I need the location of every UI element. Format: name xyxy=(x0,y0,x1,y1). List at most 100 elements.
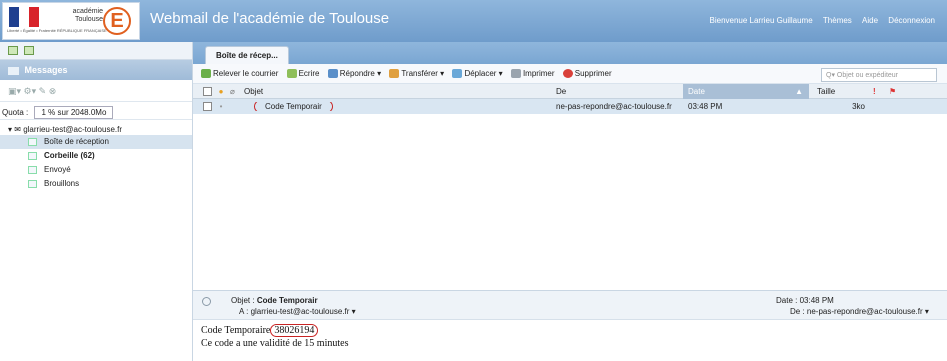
dropdown-arrow-icon[interactable]: ▾ xyxy=(375,69,381,78)
account-icon: ✉ xyxy=(14,125,21,134)
app-title: Webmail de l'académie de Toulouse xyxy=(150,10,390,27)
themes-link[interactable]: Thèmes xyxy=(823,16,852,25)
forward-button[interactable]: Transférer ▾ xyxy=(389,69,444,78)
message-from: ne-pas-repondre@ac-toulouse.fr xyxy=(556,102,672,111)
preview-to-label: A : xyxy=(239,307,249,316)
preview-header: Objet : Code Temporair A : glarrieu-test… xyxy=(193,290,947,320)
quota-label: Quota : xyxy=(2,108,29,117)
main-area: Boîte de récep... Relever le courrier Ec… xyxy=(193,42,947,361)
top-links: Bienvenue Larrieu Guillaume Thèmes Aide … xyxy=(702,16,936,25)
delete-button[interactable]: Supprimer xyxy=(562,69,612,78)
drafts-icon xyxy=(28,180,37,188)
tab-bar: Boîte de récep... xyxy=(193,42,947,64)
body-prefix: Code Temporaire xyxy=(201,325,271,336)
row-checkbox[interactable] xyxy=(203,102,212,111)
expand-arrow-icon[interactable]: ▾ xyxy=(8,125,12,134)
preview-subject-label: Objet : xyxy=(231,296,255,305)
search-input[interactable]: Q▾ Objet ou expéditeur xyxy=(821,68,937,82)
left-panel: Messages ▣▾ ⚙▾ ✎ ⊗ Quota : 1 % sur 2048.… xyxy=(0,42,193,361)
inbox-icon xyxy=(28,138,37,146)
tab-inbox[interactable]: Boîte de récep... xyxy=(205,46,289,64)
subject-column-header[interactable]: Objet xyxy=(244,87,556,96)
body-validity-line: Ce code a une validité de 15 minutes xyxy=(201,338,349,349)
folder-trash[interactable]: Corbeille (62) xyxy=(0,149,192,163)
preview-from[interactable]: ne-pas-repondre@ac-toulouse.fr ▾ xyxy=(807,307,929,316)
printer-icon xyxy=(510,69,521,78)
folder-label: Envoyé xyxy=(44,165,71,174)
help-link[interactable]: Aide xyxy=(862,16,878,25)
collapse-header-icon[interactable] xyxy=(202,297,211,306)
folder-tree: ▾ ✉ glarrieu-test@ac-toulouse.fr Boîte d… xyxy=(0,120,192,195)
message-subject[interactable]: Code Temporair xyxy=(254,102,333,111)
account-label: glarrieu-test@ac-toulouse.fr xyxy=(23,125,123,134)
move-icon xyxy=(452,69,463,78)
account-node[interactable]: ▾ ✉ glarrieu-test@ac-toulouse.fr xyxy=(0,124,192,135)
select-all-checkbox[interactable] xyxy=(203,86,212,96)
attachment-column-icon[interactable]: ⌀ xyxy=(230,87,244,96)
welcome-text: Bienvenue Larrieu Guillaume xyxy=(709,16,813,25)
logout-link[interactable]: Déconnexion xyxy=(888,16,935,25)
academy-line1: académie xyxy=(72,8,103,15)
delete-icon xyxy=(562,69,573,78)
reply-button[interactable]: Répondre ▾ xyxy=(327,69,381,78)
fetch-mail-button[interactable]: Relever le courrier xyxy=(201,69,278,78)
size-column-header[interactable]: Taille xyxy=(809,87,873,96)
folder-label: Boîte de réception xyxy=(44,137,109,146)
republic-flag-icon xyxy=(9,7,39,27)
republic-motto: Liberté • Égalité • Fraternité RÉPUBLIQU… xyxy=(7,28,107,33)
dropdown-arrow-icon[interactable]: ▾ xyxy=(438,69,444,78)
academy-line2: Toulouse xyxy=(74,16,103,23)
preview-to[interactable]: glarrieu-test@ac-toulouse.fr ▾ xyxy=(251,307,356,316)
quota-value: 1 % sur 2048.0Mo xyxy=(34,106,114,119)
message-body: Code Temporaire 38026194 Ce code a une va… xyxy=(193,320,947,354)
top-header: Liberté • Égalité • Fraternité RÉPUBLIQU… xyxy=(0,0,947,42)
academy-logo[interactable]: Liberté • Égalité • Fraternité RÉPUBLIQU… xyxy=(2,2,140,40)
reply-icon xyxy=(327,69,338,78)
envelope-icon xyxy=(8,66,19,75)
preview-from-label: De : xyxy=(790,307,805,316)
print-button[interactable]: Imprimer xyxy=(510,69,555,78)
message-list-header: ● ⌀ Objet De Date ▲ Taille ! ⚑ xyxy=(193,83,947,99)
folder-label: Brouillons xyxy=(44,179,80,188)
message-size: 3ko xyxy=(852,102,865,111)
sent-icon xyxy=(28,166,37,174)
sort-asc-icon: ▲ xyxy=(795,86,803,96)
academy-e-logo-icon: E xyxy=(103,7,131,35)
message-date: 03:48 PM xyxy=(688,102,723,111)
forward-icon xyxy=(389,69,400,78)
preview-date: 03:48 PM xyxy=(799,296,834,305)
folder-sent[interactable]: Envoyé xyxy=(0,163,192,177)
temporary-code[interactable]: 38026194 xyxy=(270,324,319,337)
table-row[interactable]: • Code Temporair ne-pas-repondre@ac-toul… xyxy=(193,99,947,114)
date-column-header[interactable]: Date ▲ xyxy=(683,83,809,99)
folder-inbox[interactable]: Boîte de réception xyxy=(0,135,192,149)
settings-icon[interactable]: ⚙▾ xyxy=(24,86,37,96)
messages-title: Messages xyxy=(24,65,68,75)
folder-drafts[interactable]: Brouillons xyxy=(0,177,192,191)
left-tools xyxy=(0,42,192,60)
refresh-icon xyxy=(201,69,211,78)
folder-actions: ▣▾ ⚙▾ ✎ ⊗ xyxy=(0,80,192,102)
messages-section-header[interactable]: Messages xyxy=(0,60,192,80)
compose-button[interactable]: Ecrire xyxy=(286,69,319,78)
folder-label: Corbeille (62) xyxy=(44,151,95,160)
priority-column-icon[interactable]: ! xyxy=(873,87,889,96)
preview-date-label: Date : xyxy=(776,296,798,305)
quota-bar: Quota : 1 % sur 2048.0Mo xyxy=(0,102,192,120)
new-folder-icon[interactable]: ▣▾ xyxy=(8,86,21,96)
add-icon[interactable] xyxy=(8,46,18,55)
preview-pane: Objet : Code Temporair A : glarrieu-test… xyxy=(193,290,947,361)
search-icon: Q▾ xyxy=(826,72,835,79)
from-column-header[interactable]: De xyxy=(556,87,683,96)
read-status-icon[interactable]: • xyxy=(212,102,230,111)
trash-icon xyxy=(28,152,37,160)
unread-column-icon[interactable]: ● xyxy=(212,87,230,96)
move-button[interactable]: Déplacer ▾ xyxy=(452,69,503,78)
edit-icon[interactable]: ✎ xyxy=(39,86,47,96)
compose-icon xyxy=(286,69,297,78)
dropdown-arrow-icon[interactable]: ▾ xyxy=(496,69,503,78)
preview-subject: Code Temporair xyxy=(256,296,318,305)
delete-folder-icon[interactable]: ⊗ xyxy=(49,86,57,96)
refresh-folders-icon[interactable] xyxy=(24,46,35,55)
flag-column-icon[interactable]: ⚑ xyxy=(889,87,905,96)
